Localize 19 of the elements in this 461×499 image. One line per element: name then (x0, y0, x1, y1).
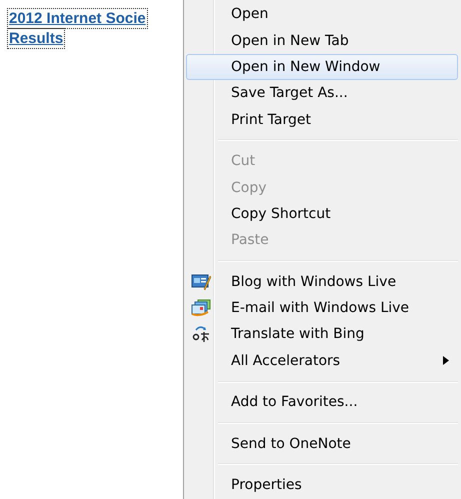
submenu-arrow-icon (443, 356, 449, 366)
menu-item[interactable]: Add to Favorites... (186, 389, 458, 416)
menu-item[interactable]: Properties (186, 472, 458, 498)
email-icon (190, 299, 210, 318)
link[interactable]: Results (8, 29, 64, 48)
menu-item[interactable]: Print Target (186, 106, 458, 133)
link[interactable]: 2012 Internet Socie (8, 9, 147, 28)
menu-item[interactable]: Blog with Windows Live (186, 268, 458, 295)
menu-item[interactable]: All Accelerators (186, 348, 458, 374)
menu-item[interactable]: Copy Shortcut (186, 200, 458, 228)
blog-icon (190, 272, 210, 291)
menu-item[interactable]: E-mail with Windows Live (186, 294, 458, 322)
menu-item[interactable]: Open in New Window (186, 54, 458, 80)
menu-item[interactable]: Open in New Tab (186, 27, 458, 54)
menu-item[interactable]: Save Target As... (186, 80, 458, 107)
menu-item[interactable]: Open (186, 1, 458, 28)
menu-item[interactable]: Translate with Bing (186, 321, 458, 348)
translate-icon (192, 325, 210, 344)
menu-item[interactable]: Send to OneNote (186, 430, 458, 457)
